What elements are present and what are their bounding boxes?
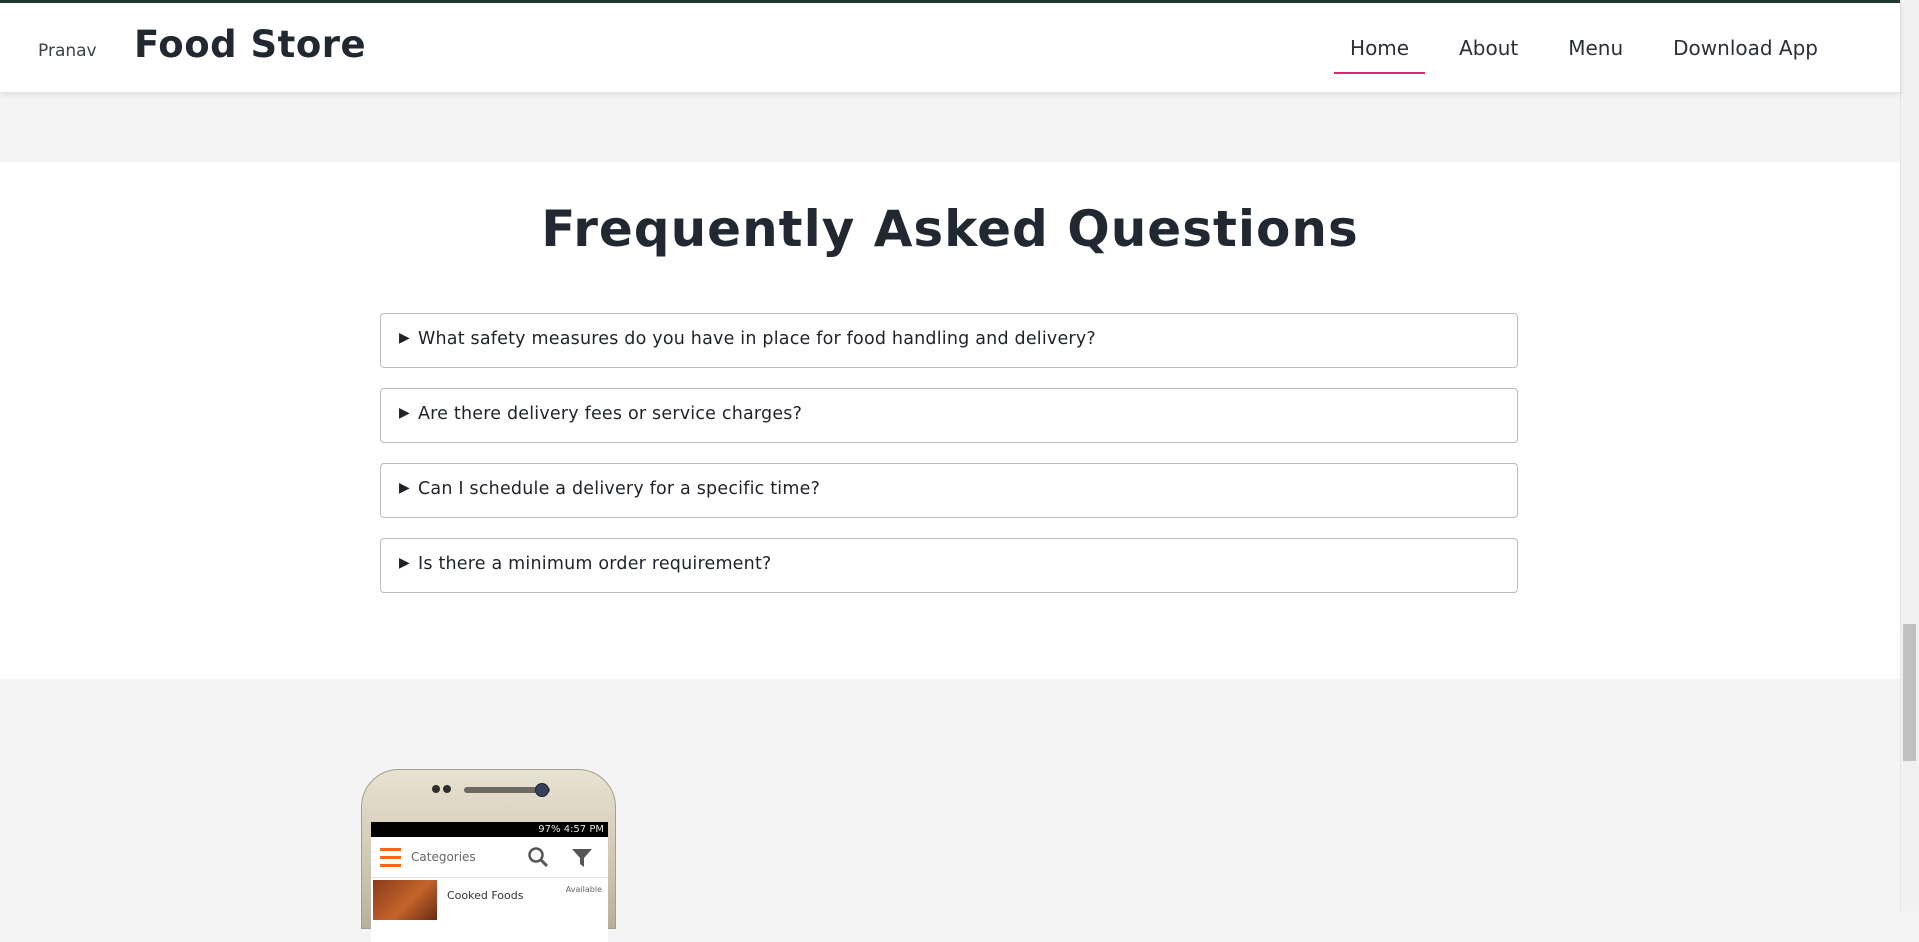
faq-item[interactable]: ▶ Is there a minimum order requirement? (380, 538, 1518, 593)
food-item-name: Cooked Foods (447, 889, 524, 902)
nav-link-about[interactable]: About (1457, 36, 1520, 60)
app-bar: Categories (371, 837, 608, 878)
expand-arrow-icon: ▶ (399, 555, 410, 571)
search-icon (528, 847, 549, 868)
page-scrollbar[interactable] (1900, 0, 1919, 911)
food-thumbnail (373, 880, 437, 920)
faq-section: Frequently Asked Questions ▶ What safety… (0, 162, 1900, 679)
faq-item[interactable]: ▶ Can I schedule a delivery for a specif… (380, 463, 1518, 518)
faq-title: Frequently Asked Questions (541, 200, 1359, 258)
user-name[interactable]: Pranav (38, 41, 97, 61)
front-camera-icon (535, 783, 549, 797)
faq-question: Can I schedule a delivery for a specific… (418, 479, 821, 499)
nav-link-home[interactable]: Home (1334, 36, 1426, 74)
expand-arrow-icon: ▶ (399, 405, 410, 421)
phone-sensors (432, 785, 454, 793)
hamburger-menu-icon (380, 848, 401, 867)
nav-link-menu[interactable]: Menu (1566, 36, 1625, 60)
brand-logo[interactable]: Food Store (134, 23, 366, 66)
faq-question: What safety measures do you have in plac… (418, 329, 1096, 349)
nav-link-download-app[interactable]: Download App (1671, 36, 1820, 60)
filter-icon (572, 849, 592, 867)
app-bar-title: Categories (411, 850, 476, 864)
expand-arrow-icon: ▶ (399, 330, 410, 346)
food-item-status: Available (565, 885, 602, 894)
faq-item[interactable]: ▶ Are there delivery fees or service cha… (380, 388, 1518, 443)
faq-question: Is there a minimum order requirement? (418, 554, 772, 574)
phone-mockup-image: 97% 4:57 PM Categories Cooked Foods Avai… (361, 769, 616, 942)
navbar: Pranav Food Store Home About Menu Downlo… (0, 3, 1900, 92)
faq-item[interactable]: ▶ What safety measures do you have in pl… (380, 313, 1518, 368)
nav-links: Home About Menu Download App (1302, 3, 1820, 92)
phone-screen: 97% 4:57 PM Categories Cooked Foods Avai… (371, 822, 608, 942)
scrollbar-thumb[interactable] (1903, 624, 1916, 761)
expand-arrow-icon: ▶ (399, 480, 410, 496)
faq-question: Are there delivery fees or service charg… (418, 404, 803, 424)
phone-status-bar: 97% 4:57 PM (371, 822, 608, 837)
